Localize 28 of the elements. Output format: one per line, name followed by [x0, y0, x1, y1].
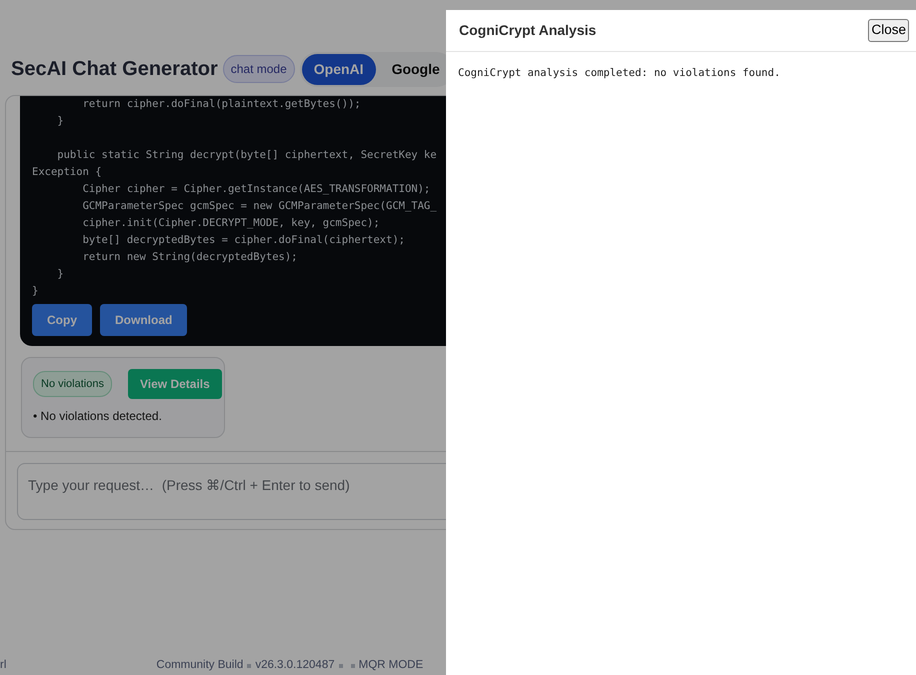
code-line: cipher.init(Cipher.DECRYPT_MODE, key, gcmSpec);: [82, 216, 381, 231]
action-button[interactable]: Download: [100, 304, 188, 336]
result-message: CogniCrypt analysis completed: no violations found.: [457, 66, 782, 81]
code-line: }: [32, 284, 40, 299]
code-line: }: [56, 114, 65, 129]
mode-badge: chat mode: [222, 55, 295, 83]
finding-text: • No violations detected.: [33, 408, 163, 425]
build-label: Community Build: [156, 658, 244, 673]
mode-label: MQR MODE: [358, 658, 424, 673]
status-badge: No violations: [33, 370, 112, 398]
code-line: return new String(decryptedBytes);: [82, 250, 299, 265]
provider-tab[interactable]: OpenAI: [302, 54, 376, 84]
code-line: byte[] decryptedBytes = cipher.doFinal(ciphertext);: [82, 233, 406, 248]
view-details-button[interactable]: View Details: [128, 369, 222, 399]
code-line: }: [56, 267, 65, 282]
close-button[interactable]: Close: [868, 19, 909, 42]
footer-text: rl: [0, 658, 6, 673]
provider-tab[interactable]: Google: [380, 54, 446, 84]
code-line: GCMParameterSpec gcmSpec = new GCMParameterSpec(GCM_TAG_: [82, 199, 438, 214]
version-label: v26.3.0.120487: [255, 658, 335, 673]
code-line: return cipher.doFinal(plaintext.getBytes());: [82, 97, 362, 112]
app-title: SecAI Chat Generator: [11, 57, 218, 82]
code-line: public static String decrypt(byte[] ciphertext, SecretKey ke: [56, 148, 438, 163]
panel-title: CogniCrypt Analysis: [459, 21, 596, 40]
code-line: Exception {: [32, 165, 103, 180]
code-line: Cipher cipher = Cipher.getInstance(AES_TRANSFORMATION);: [82, 182, 432, 197]
request-input[interactable]: Type your request… (Press ⌘/Ctrl + Enter to send): [17, 463, 446, 520]
action-button[interactable]: Copy: [32, 304, 92, 336]
